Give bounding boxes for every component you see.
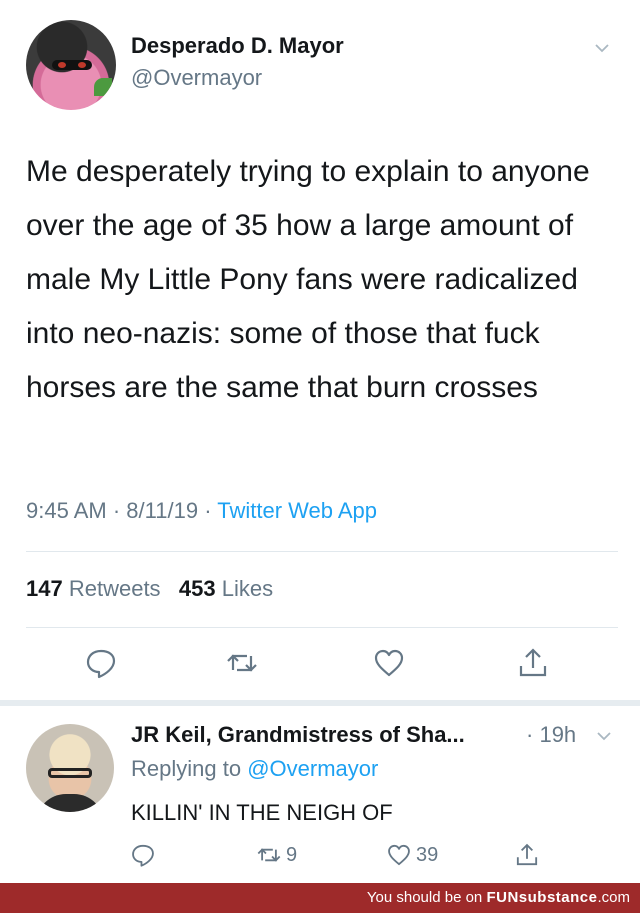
reply-tweet[interactable]: JR Keil, Grandmistress of Sha... · 19h R… <box>0 706 640 882</box>
chevron-down-icon[interactable] <box>594 40 610 56</box>
retweet-icon[interactable] <box>225 646 259 680</box>
reply-icon <box>132 844 154 867</box>
like-icon[interactable] <box>372 646 406 680</box>
likes-count[interactable]: 453 <box>179 576 216 601</box>
likes-label[interactable]: Likes <box>222 576 273 601</box>
reply-reply-button[interactable] <box>130 842 156 868</box>
tweet-time: 9:45 AM <box>26 498 107 523</box>
reply-like-button[interactable]: 39 <box>386 842 438 868</box>
reply-like-count: 39 <box>416 843 439 866</box>
retweet-icon <box>257 848 281 862</box>
watermark-banner: You should be on FUNsubstance.com <box>0 883 640 913</box>
watermark-text[interactable]: You should be on FUNsubstance.com <box>367 889 630 906</box>
tweet-meta: 9:45 AM · 8/11/19 · Twitter Web App <box>26 498 378 523</box>
reply-retweet-count: 9 <box>286 843 298 866</box>
retweets-label[interactable]: Retweets <box>69 576 161 601</box>
author-name[interactable]: Desperado D. Mayor <box>131 33 344 59</box>
like-icon <box>388 844 410 866</box>
reply-share-button[interactable] <box>514 842 540 868</box>
share-icon[interactable] <box>516 646 550 680</box>
replying-to: Replying to @Overmayor <box>131 756 379 781</box>
reply-text: KILLIN' IN THE NEIGH OF <box>131 800 393 825</box>
retweets-count[interactable]: 147 <box>26 576 63 601</box>
chevron-down-icon[interactable] <box>596 728 612 744</box>
reply-retweet-button[interactable]: 9 <box>256 842 297 868</box>
main-tweet: Desperado D. Mayor @Overmayor Me despera… <box>0 0 640 700</box>
author-avatar[interactable] <box>26 20 116 110</box>
tweet-source-link[interactable]: Twitter Web App <box>217 498 377 523</box>
reply-author-name[interactable]: JR Keil, Grandmistress of Sha... <box>131 722 465 748</box>
watermark-brand: FUNsubstance <box>486 889 598 906</box>
reply-icon[interactable] <box>84 646 118 680</box>
tweet-stats: 147 Retweets 453 Likes <box>26 576 273 602</box>
replying-to-mention[interactable]: @Overmayor <box>247 756 378 781</box>
reply-author-avatar[interactable] <box>26 724 114 812</box>
divider <box>26 627 618 628</box>
author-handle[interactable]: @Overmayor <box>131 65 262 91</box>
divider <box>26 551 618 552</box>
reply-time: · 19h <box>526 722 577 747</box>
share-icon <box>516 843 538 866</box>
tweet-text: Me desperately trying to explain to anyo… <box>26 155 590 404</box>
tweet-date: 8/11/19 <box>126 498 199 523</box>
